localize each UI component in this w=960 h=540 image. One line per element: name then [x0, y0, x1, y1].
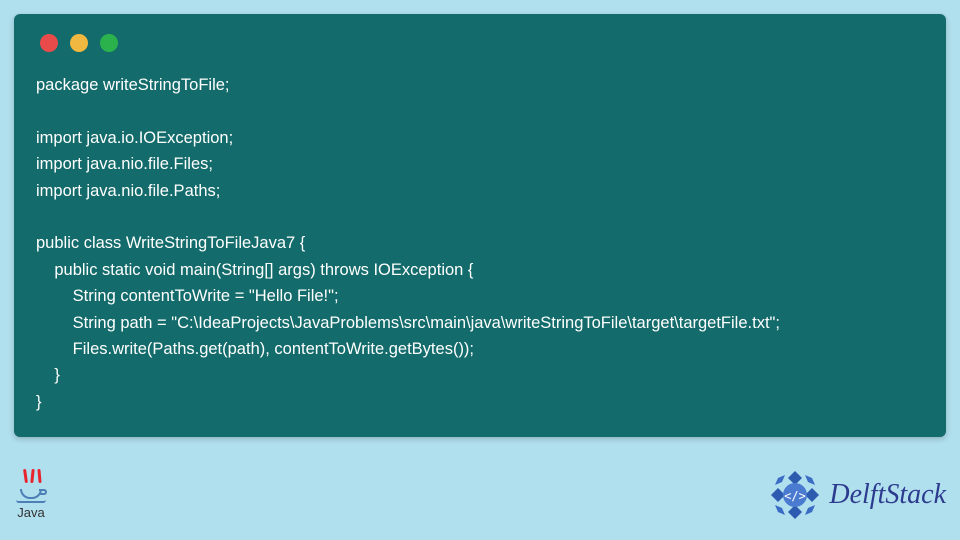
close-icon[interactable]	[40, 34, 58, 52]
code-line: package writeStringToFile;	[36, 76, 230, 94]
code-block: package writeStringToFile; import java.i…	[36, 72, 924, 415]
code-line: String contentToWrite = "Hello File!";	[36, 287, 339, 305]
window-controls	[36, 30, 924, 52]
brand-name: DelftStack	[829, 479, 946, 511]
code-line: Files.write(Paths.get(path), contentToWr…	[36, 340, 474, 358]
code-line: public class WriteStringToFileJava7 {	[36, 234, 305, 252]
java-label: Java	[17, 505, 44, 520]
java-cup-icon	[14, 471, 48, 503]
code-line: import java.io.IOException;	[36, 129, 233, 147]
code-line: }	[36, 366, 60, 384]
code-line: String path = "C:\IdeaProjects\JavaProbl…	[36, 314, 780, 332]
delftstack-icon: </>	[767, 467, 823, 523]
code-line: import java.nio.file.Paths;	[36, 182, 220, 200]
code-line: }	[36, 393, 42, 411]
code-line: public static void main(String[] args) t…	[36, 261, 473, 279]
minimize-icon[interactable]	[70, 34, 88, 52]
code-window: package writeStringToFile; import java.i…	[14, 14, 946, 437]
maximize-icon[interactable]	[100, 34, 118, 52]
footer: Java </> DelftStack	[14, 460, 946, 530]
code-line: import java.nio.file.Files;	[36, 155, 213, 173]
java-logo: Java	[14, 471, 48, 520]
svg-text:</>: </>	[785, 489, 807, 503]
delftstack-logo: </> DelftStack	[767, 467, 946, 523]
